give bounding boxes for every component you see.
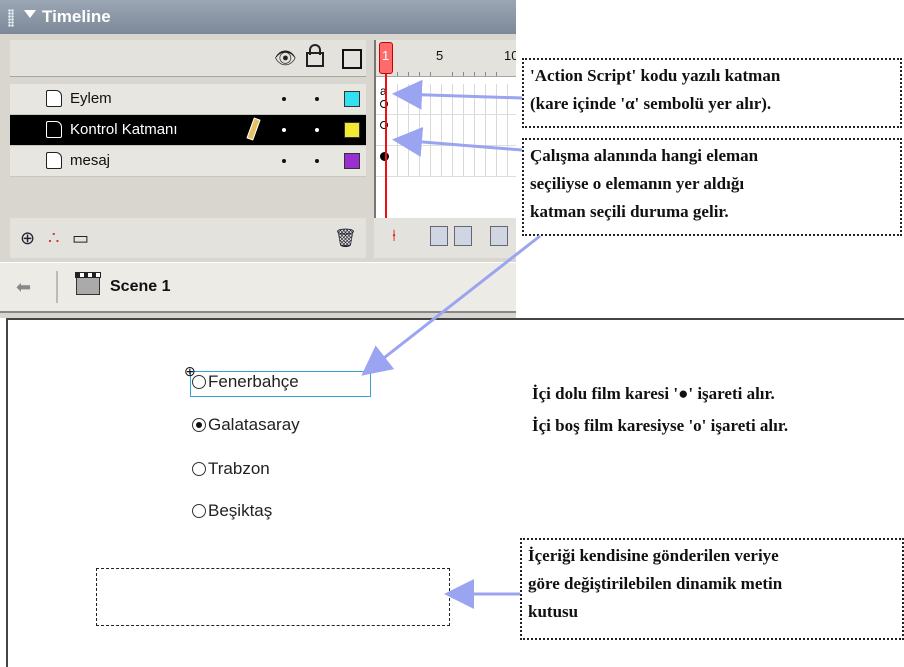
layer-row-eylem[interactable]: Eylem	[10, 84, 366, 115]
frames-area[interactable]: 1 5 10 a	[374, 40, 516, 218]
layer-row-kontrol-katmani[interactable]: Kontrol Katmanı	[10, 115, 366, 146]
center-frame-icon[interactable]: ⍿	[392, 228, 396, 246]
layer-name: Eylem	[70, 90, 112, 107]
callout-action-script: 'Action Script' kodu yazılı katman (kare…	[522, 58, 902, 128]
frame-ruler[interactable]: 1 5 10	[376, 40, 516, 77]
note-empty-frame: İçi boş film karesiyse 'o' işareti alır.	[532, 416, 789, 435]
radio-label: Galatasaray	[208, 415, 300, 434]
grip-icon[interactable]	[8, 9, 14, 27]
registration-point-icon: ⊕	[184, 363, 196, 379]
timeline-titlebar[interactable]: Timeline	[0, 0, 516, 34]
radio-button[interactable]	[192, 504, 206, 518]
layer-icon	[46, 121, 62, 138]
visibility-dot[interactable]	[282, 159, 286, 163]
layer-name: mesaj	[70, 152, 111, 169]
outline-color-swatch[interactable]	[344, 122, 360, 138]
callout-dynamic-text: İçeriği kendisine gönderilen veriye göre…	[520, 538, 904, 640]
clapperboard-icon	[75, 272, 101, 295]
lock-icon[interactable]	[306, 44, 324, 67]
callout-line: (kare içinde 'α' sembolü yer alır).	[530, 94, 772, 113]
pencil-icon	[246, 117, 261, 141]
lock-dot[interactable]	[315, 97, 319, 101]
callout-line: İçeriği kendisine gönderilen veriye	[528, 546, 779, 565]
frame-number: 10	[504, 48, 516, 63]
layer-header: 👁	[10, 40, 366, 77]
radio-button[interactable]	[192, 418, 206, 432]
add-folder-icon[interactable]: ▭	[72, 228, 89, 249]
frame-number: 5	[436, 48, 444, 63]
frame-number: 1	[382, 48, 390, 63]
layer-name: Kontrol Katmanı	[70, 121, 178, 138]
timeline-panel: Timeline 👁 Eylem Kontrol Katmanı mesaj ⊕…	[0, 0, 516, 318]
callout-line: seçiliyse o elemanın yer aldığı	[530, 174, 745, 193]
note-filled-frame: İçi dolu film karesi '●' işareti alır.	[532, 384, 775, 403]
layer-icon	[46, 90, 62, 107]
layer-tools: ⊕ ∴ ▭ 🗑	[10, 218, 366, 258]
scene-bar: ⬅ Scene 1	[0, 262, 516, 313]
callout-line: göre değiştirilebilen dinamik metin	[528, 574, 783, 593]
timeline-title: Timeline	[42, 7, 111, 26]
layer-icon	[46, 152, 62, 169]
callout-line: kutusu	[528, 602, 579, 621]
frame-row[interactable]	[376, 146, 516, 177]
scene-label[interactable]: Scene 1	[110, 278, 170, 296]
radio-label: Trabzon	[208, 459, 270, 478]
frame-row[interactable]: a	[376, 84, 516, 115]
radio-button[interactable]	[192, 462, 206, 476]
visibility-dot[interactable]	[282, 128, 286, 132]
selection-box	[190, 371, 371, 397]
playhead-line	[385, 74, 387, 218]
callout-line: katman seçili duruma gelir.	[530, 202, 729, 221]
divider	[56, 271, 58, 303]
outline-color-swatch[interactable]	[344, 153, 360, 169]
eye-icon[interactable]: 👁	[274, 48, 297, 68]
trash-icon[interactable]: 🗑	[334, 228, 357, 249]
onion-skin-icon[interactable]	[430, 226, 448, 246]
collapse-arrow-icon[interactable]	[24, 10, 36, 18]
lock-dot[interactable]	[315, 159, 319, 163]
add-layer-icon[interactable]: ⊕	[20, 228, 35, 249]
outline-color-swatch[interactable]	[344, 91, 360, 107]
callout-line: Çalışma alanında hangi eleman	[530, 146, 759, 165]
radio-label: Beşiktaş	[208, 501, 273, 520]
frame-tools: ⍿	[374, 218, 516, 258]
visibility-dot[interactable]	[282, 97, 286, 101]
frame-row[interactable]	[376, 115, 516, 146]
dynamic-text-box[interactable]	[96, 568, 450, 626]
callout-line: 'Action Script' kodu yazılı katman	[530, 66, 781, 85]
outline-icon[interactable]	[342, 49, 362, 69]
lock-dot[interactable]	[315, 128, 319, 132]
onion-outline-icon[interactable]	[454, 226, 472, 246]
edit-multiple-frames-icon[interactable]	[490, 226, 508, 246]
layer-row-mesaj[interactable]: mesaj	[10, 146, 366, 177]
callout-selection: Çalışma alanında hangi eleman seçiliyse …	[522, 138, 902, 236]
back-arrow-icon[interactable]: ⬅	[16, 277, 31, 298]
add-guide-layer-icon[interactable]: ∴	[48, 228, 59, 249]
